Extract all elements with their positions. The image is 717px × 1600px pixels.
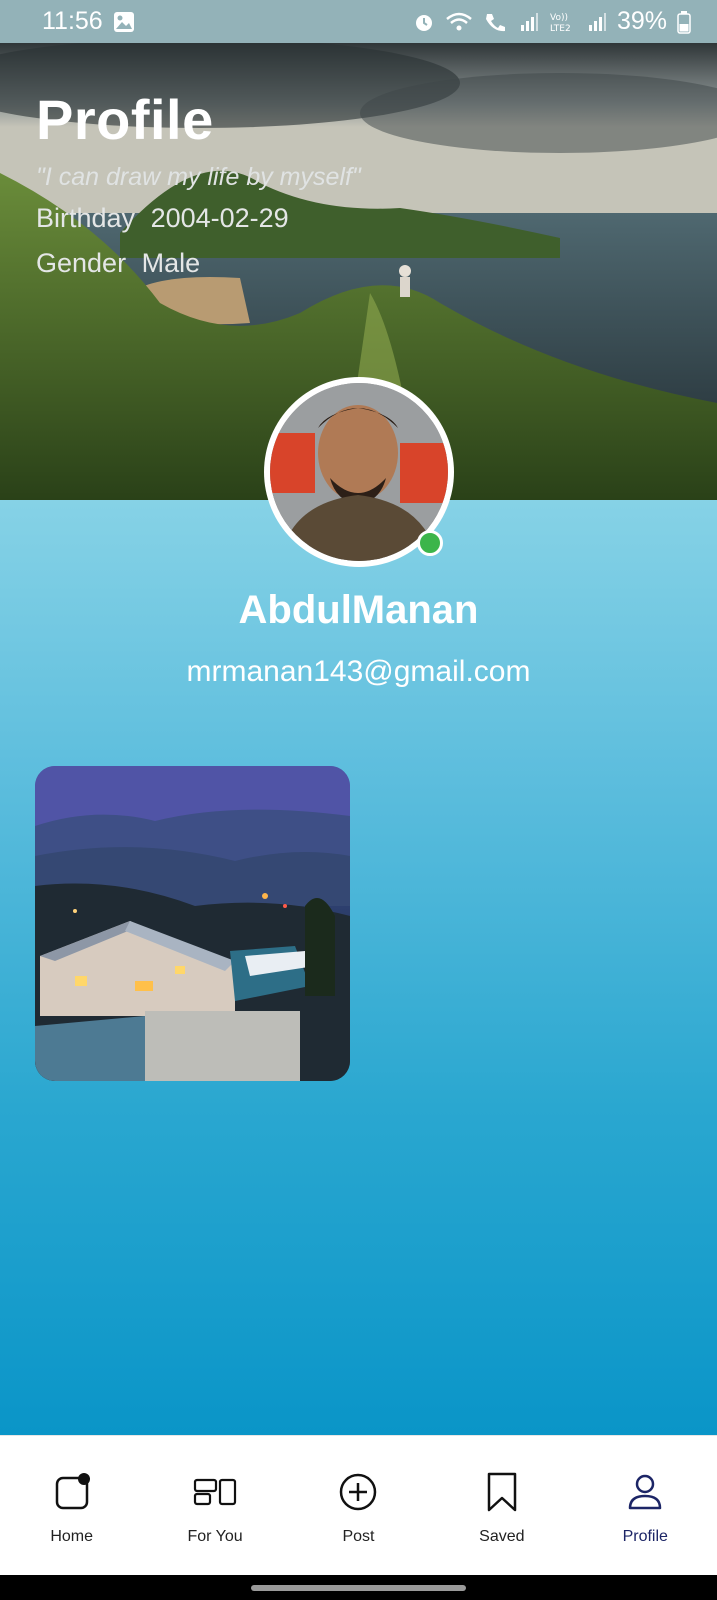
nav-profile[interactable]: Profile [580, 1470, 710, 1546]
profile-email: mrmanan143@gmail.com [186, 655, 531, 688]
status-bar: 11:56 Vo)) LTE2 39% [0, 0, 717, 43]
online-status-indicator [417, 530, 443, 556]
alarm-icon [413, 11, 435, 33]
status-right: Vo)) LTE2 39% [413, 7, 691, 36]
nav-saved-label: Saved [479, 1528, 525, 1545]
signal-icon-2 [587, 12, 607, 32]
svg-text:Vo)): Vo)) [550, 13, 568, 23]
home-gesture-handle[interactable] [251, 1584, 466, 1591]
wifi-icon [445, 11, 473, 33]
nav-post-label: Post [342, 1528, 375, 1545]
birthday-value: 2004-02-29 [150, 203, 289, 233]
home-icon [50, 1470, 94, 1514]
bookmark-icon [480, 1470, 524, 1514]
nav-post[interactable]: Post [293, 1470, 423, 1546]
profile-username: AbdulManan [238, 588, 479, 632]
status-time: 11:56 [42, 7, 103, 35]
gender-row: Gender Male [36, 248, 200, 279]
person-icon [623, 1470, 667, 1514]
bottom-navigation: Home For You Post Saved Profile [0, 1435, 717, 1575]
birthday-label: Birthday [36, 203, 136, 233]
gender-label: Gender [36, 248, 127, 278]
battery-percent: 39% [616, 7, 667, 35]
birthday-row: Birthday 2004-02-29 [36, 203, 289, 234]
wifi-call-icon [483, 11, 509, 33]
page-title: Profile [36, 88, 214, 151]
nav-profile-label: Profile [622, 1528, 668, 1545]
gender-value: Male [141, 248, 201, 278]
nav-saved[interactable]: Saved [437, 1470, 567, 1546]
volte-icon: Vo)) LTE2 [549, 11, 577, 33]
signal-icon [519, 12, 539, 32]
nav-home-label: Home [50, 1528, 94, 1545]
nav-for-you-label: For You [187, 1528, 243, 1545]
gallery-icon [113, 11, 135, 33]
system-navigation-bar [0, 1575, 717, 1600]
battery-icon [677, 10, 691, 34]
post-thumbnail[interactable] [35, 766, 350, 1081]
profile-quote: "I can draw my life by myself" [36, 163, 361, 191]
nav-home[interactable]: Home [7, 1470, 137, 1546]
svg-text:LTE2: LTE2 [550, 24, 571, 33]
add-circle-icon [336, 1470, 380, 1514]
for-you-icon [193, 1470, 237, 1514]
nav-for-you[interactable]: For You [150, 1470, 280, 1546]
status-left: 11:56 [42, 7, 135, 36]
